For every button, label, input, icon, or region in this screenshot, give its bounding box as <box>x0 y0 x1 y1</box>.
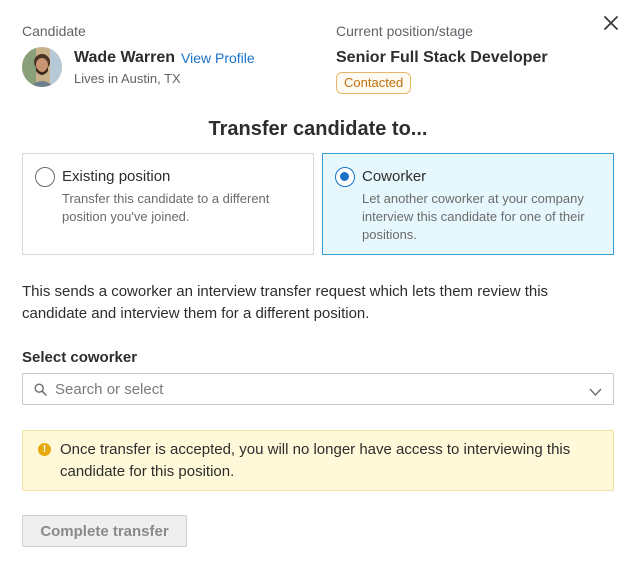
option-coworker[interactable]: Coworker Let another coworker at your co… <box>322 153 614 255</box>
option-description: Let another coworker at your company int… <box>362 191 585 242</box>
view-profile-link[interactable]: View Profile <box>181 50 255 66</box>
warning-text: Once transfer is accepted, you will no l… <box>60 441 571 480</box>
option-description: Transfer this candidate to a different p… <box>62 191 270 224</box>
dialog-title: Transfer candidate to... <box>208 118 428 140</box>
coworker-select[interactable] <box>22 373 614 405</box>
close-icon[interactable] <box>601 13 621 33</box>
radio-existing-position[interactable] <box>35 167 55 187</box>
position-label: Current position/stage <box>336 23 473 39</box>
coworker-search-input[interactable] <box>55 374 575 404</box>
position-title: Senior Full Stack Developer <box>336 49 548 66</box>
candidate-name: Wade Warren <box>74 49 176 66</box>
chevron-down-icon[interactable] <box>589 384 602 396</box>
warning-banner: ! Once transfer is accepted, you will no… <box>22 430 614 491</box>
option-existing-position[interactable]: Existing position Transfer this candidat… <box>22 153 314 255</box>
candidate-label: Candidate <box>22 23 86 39</box>
warning-icon: ! <box>38 443 51 456</box>
option-title: Existing position <box>62 168 171 185</box>
select-coworker-label: Select coworker <box>22 349 138 366</box>
option-title: Coworker <box>362 168 427 185</box>
stage-badge: Contacted <box>336 72 412 94</box>
avatar <box>22 47 62 87</box>
transfer-info-text: This sends a coworker an interview trans… <box>22 283 549 322</box>
radio-coworker[interactable] <box>335 167 355 187</box>
search-icon <box>34 383 47 396</box>
complete-transfer-button[interactable]: Complete transfer <box>22 515 187 547</box>
candidate-location: Lives in Austin, TX <box>74 71 181 86</box>
